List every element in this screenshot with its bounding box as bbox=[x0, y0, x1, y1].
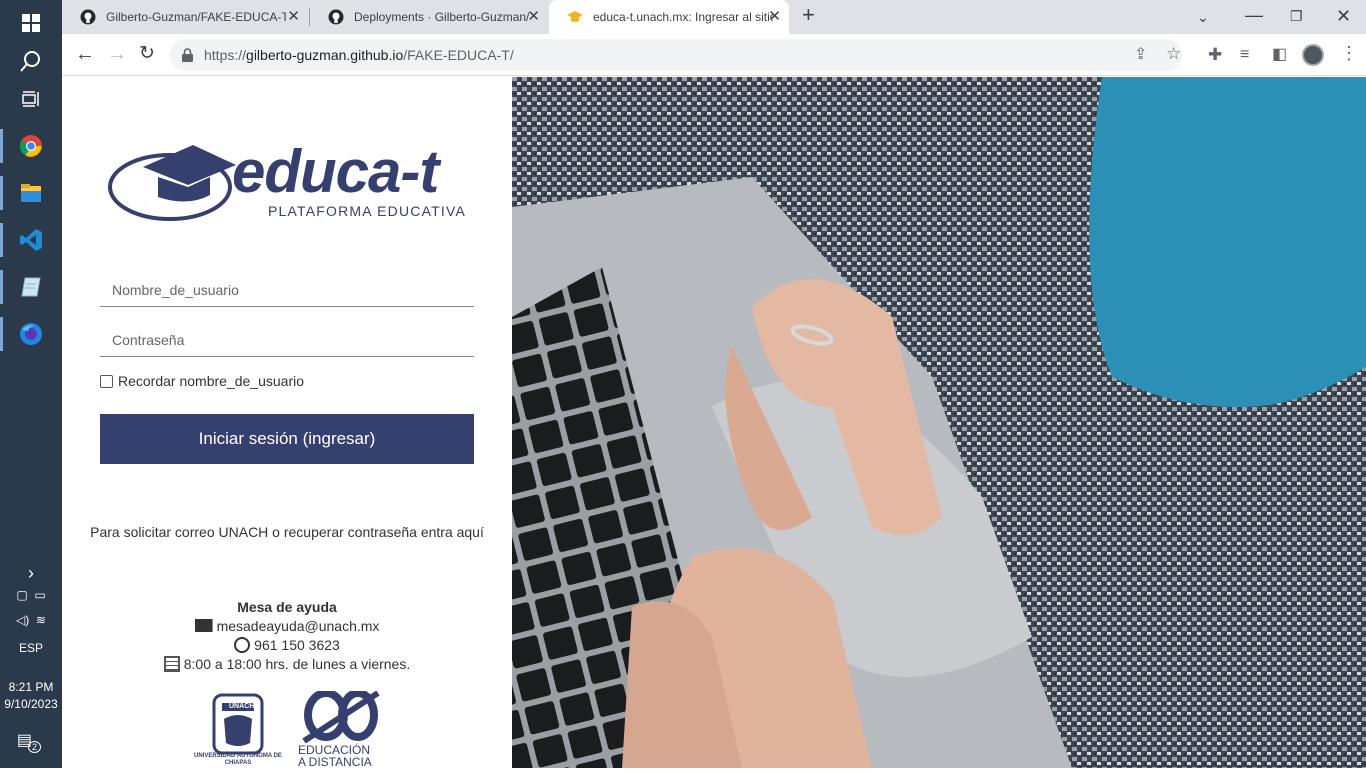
unach-logo-text: UNIVERSIDAD AUTÓNOMA DE CHIAPAS bbox=[194, 753, 282, 766]
github-icon bbox=[80, 9, 96, 25]
phone-text: 961 150 3623 bbox=[254, 637, 340, 653]
password-help-link[interactable]: Para solicitar correo UNACH o recuperar … bbox=[62, 523, 512, 542]
tab-search-icon[interactable]: ⌄ bbox=[1197, 8, 1209, 26]
browser-toolbar: ← → ↻ https://gilberto-guzman.github.io /… bbox=[62, 34, 1366, 76]
side-panel-icon[interactable]: ◧ bbox=[1272, 46, 1287, 64]
clock-time[interactable]: 8:21 PM bbox=[0, 680, 62, 694]
clock-date[interactable]: 9/10/2023 bbox=[0, 697, 62, 711]
forward-button[interactable]: → bbox=[107, 44, 127, 64]
unach-seal: UNACH bbox=[229, 703, 255, 710]
tray-icons[interactable]: ▢ ▭ bbox=[0, 588, 62, 602]
menu-kebab-icon[interactable]: ⋮ bbox=[1340, 44, 1358, 62]
educa-t-logo: educa-t PLATAFORMA EDUCATIVA bbox=[108, 137, 468, 227]
remember-username: Recordar nombre_de_usuario bbox=[100, 373, 304, 389]
close-window-button[interactable]: ✕ bbox=[1336, 7, 1351, 25]
distance-logo-line2: A DISTANCIA bbox=[298, 755, 372, 769]
task-view-icon bbox=[22, 91, 39, 107]
hours-text: 8:00 a 18:00 hrs. de lunes a viernes. bbox=[183, 656, 411, 672]
tab-deployments[interactable]: Deployments · Gilberto-Guzman/ ✕ bbox=[310, 0, 548, 34]
taskbar-file-explorer[interactable] bbox=[0, 170, 62, 216]
tab-close-icon[interactable]: ✕ bbox=[527, 9, 540, 24]
laptop-hands-image bbox=[512, 77, 1366, 768]
share-icon[interactable]: ⇪ bbox=[1134, 46, 1147, 64]
folder-icon bbox=[21, 184, 41, 202]
github-icon bbox=[328, 9, 344, 25]
taskbar-notepad[interactable] bbox=[0, 264, 62, 310]
tab-github-repo[interactable]: Gilberto-Guzman/FAKE-EDUCA-T ✕ bbox=[62, 0, 308, 34]
bookmark-star-icon[interactable]: ☆ bbox=[1166, 45, 1181, 63]
extensions-icon[interactable]: ✚ bbox=[1208, 46, 1222, 64]
educacion-distancia-logo: EDUCACIÓN A DISTANCIA bbox=[298, 689, 382, 769]
language-indicator[interactable]: ESP bbox=[0, 641, 62, 655]
tab-title: Deployments · Gilberto-Guzman/ bbox=[354, 10, 530, 24]
firefox-icon bbox=[20, 323, 42, 345]
tab-close-icon[interactable]: ✕ bbox=[287, 9, 300, 24]
graduation-cap-icon bbox=[108, 145, 236, 221]
taskbar-firefox[interactable] bbox=[0, 311, 62, 357]
login-button[interactable]: Iniciar sesión (ingresar) bbox=[100, 414, 474, 464]
lock-icon bbox=[182, 48, 193, 62]
notepad-icon bbox=[21, 277, 41, 297]
password-input[interactable]: Contraseña bbox=[100, 321, 474, 357]
notification-center-button[interactable]: ▤2 bbox=[0, 730, 62, 753]
address-bar[interactable]: https://gilberto-guzman.github.io/FAKE-E… bbox=[170, 39, 1182, 71]
url-prefix: https:// bbox=[204, 47, 247, 63]
minimize-button[interactable]: — bbox=[1245, 6, 1263, 24]
tab-strip: Gilberto-Guzman/FAKE-EDUCA-T ✕ Deploymen… bbox=[62, 0, 1366, 34]
tab-educa-t[interactable]: educa-t.unach.mx: Ingresar al sitio ✕ bbox=[549, 0, 789, 34]
search-icon bbox=[20, 51, 40, 72]
url-host: gilberto-guzman.github.io bbox=[246, 47, 404, 63]
helpdesk-phone: 961 150 3623 bbox=[62, 637, 512, 653]
remember-label: Recordar nombre_de_usuario bbox=[118, 373, 304, 389]
new-tab-button[interactable]: + bbox=[802, 4, 815, 26]
login-panel: educa-t PLATAFORMA EDUCATIVA Nombre_de_u… bbox=[62, 77, 512, 768]
tab-title: educa-t.unach.mx: Ingresar al sitio bbox=[593, 10, 773, 24]
tab-title: Gilberto-Guzman/FAKE-EDUCA-T bbox=[106, 10, 286, 24]
back-button[interactable]: ← bbox=[75, 44, 95, 64]
notification-count: 2 bbox=[28, 741, 42, 753]
media-control-icon[interactable]: ≡ bbox=[1240, 46, 1249, 64]
envelope-icon bbox=[194, 619, 213, 632]
taskbar-vscode[interactable] bbox=[0, 217, 62, 263]
email-text: mesadeayuda@unach.mx bbox=[216, 618, 380, 634]
chrome-icon bbox=[20, 135, 42, 157]
url-path: /FAKE-EDUCA-T/ bbox=[403, 47, 514, 63]
task-view-button[interactable] bbox=[0, 76, 62, 122]
profile-avatar[interactable] bbox=[1302, 44, 1324, 66]
volume-network-icons[interactable]: ◁) ≋ bbox=[0, 613, 62, 627]
windows-taskbar: › ▢ ▭ ◁) ≋ ESP 8:21 PM 9/10/2023 ▤2 bbox=[0, 0, 62, 768]
unach-logo: UNACH UNIVERSIDAD AUTÓNOMA DE CHIAPAS bbox=[194, 691, 282, 768]
helpdesk-email[interactable]: mesadeayuda@unach.mx bbox=[62, 618, 512, 634]
vscode-icon bbox=[20, 229, 42, 251]
helpdesk-hours: 8:00 a 18:00 hrs. de lunes a viernes. bbox=[62, 656, 512, 672]
hero-photo-laptop bbox=[512, 77, 1366, 768]
whatsapp-icon bbox=[234, 637, 251, 653]
windows-logo-icon bbox=[22, 14, 40, 32]
helpdesk-title: Mesa de ayuda bbox=[237, 599, 337, 615]
logo-subtitle: PLATAFORMA EDUCATIVA bbox=[268, 203, 466, 219]
chevron-right-icon[interactable]: › bbox=[0, 563, 62, 584]
calendar-icon bbox=[163, 656, 180, 672]
username-input[interactable]: Nombre_de_usuario bbox=[100, 271, 474, 307]
reload-button[interactable]: ↻ bbox=[139, 44, 155, 63]
tab-close-icon[interactable]: ✕ bbox=[768, 9, 781, 24]
remember-checkbox[interactable] bbox=[100, 374, 113, 388]
restore-button[interactable]: ❐ bbox=[1290, 7, 1303, 25]
taskbar-chrome[interactable] bbox=[0, 123, 62, 169]
logo-title: educa-t bbox=[232, 138, 439, 205]
graduation-cap-icon bbox=[567, 11, 583, 22]
